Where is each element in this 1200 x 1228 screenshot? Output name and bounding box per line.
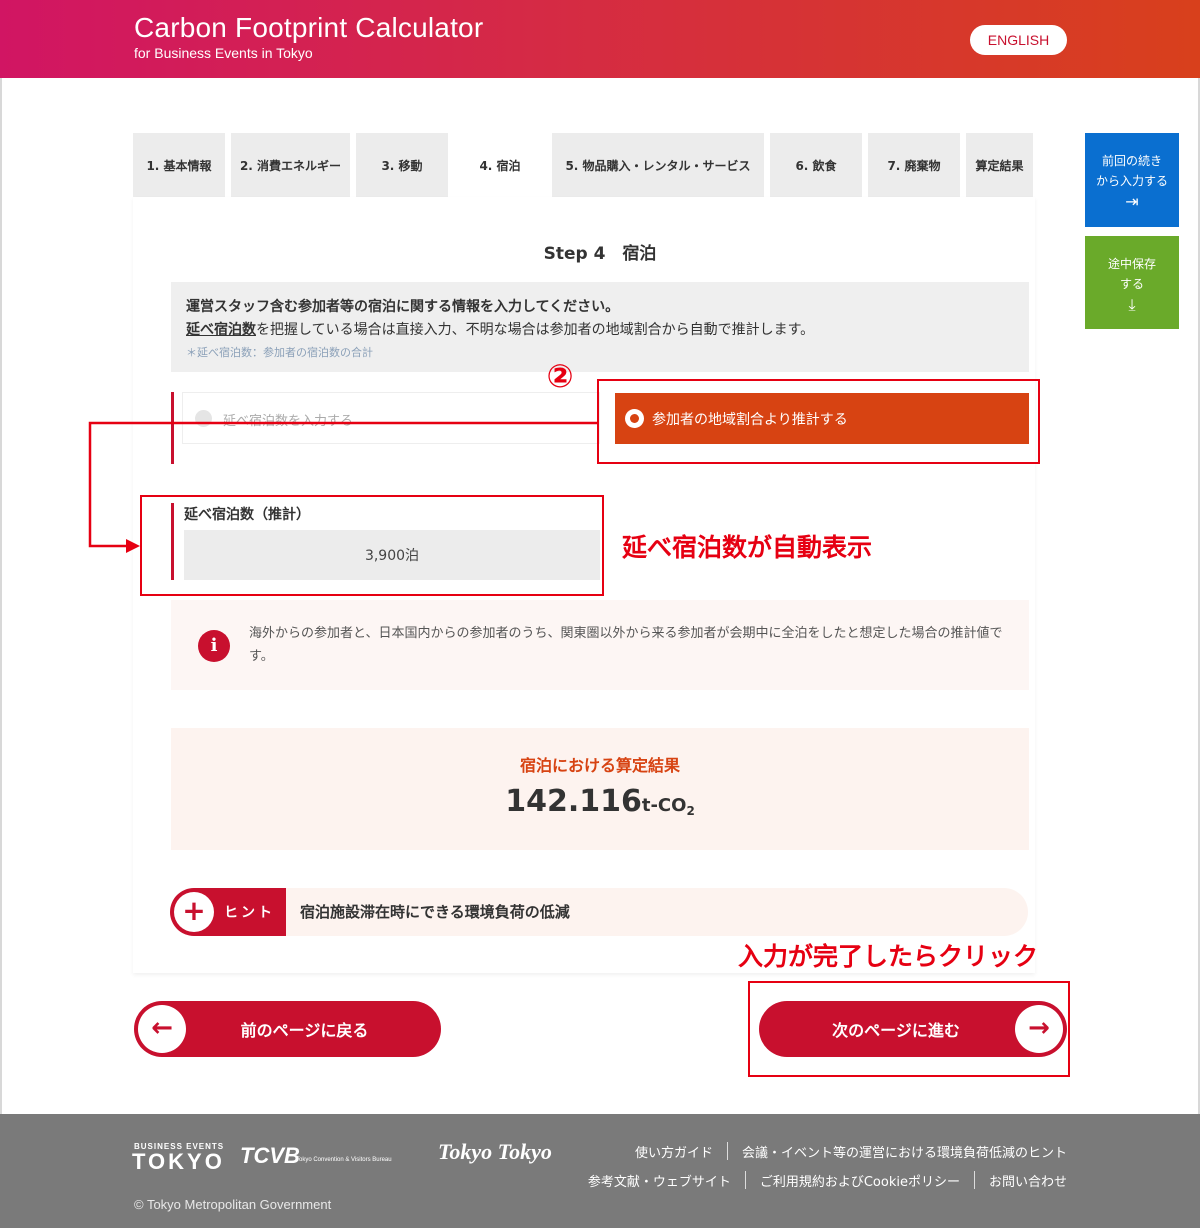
arrow-left-icon: ← [138, 1005, 186, 1053]
download-icon: ⤓ [1128, 295, 1136, 314]
hint-accordion[interactable] [170, 888, 1028, 936]
result-unit: t-CO [641, 795, 687, 816]
footer-links-row1: 使い方ガイド 会議・イベント等の運営における環境負荷低減のヒント [621, 1142, 1067, 1161]
hint-label: ヒント [224, 905, 275, 921]
save-line2: する [1119, 277, 1144, 291]
footer-link-terms[interactable]: ご利用規約およびCookieポリシー [746, 1171, 974, 1190]
notice-text: 海外からの参加者と、日本国内からの参加者のうち、関東圏以外から来る参加者が会期中… [249, 626, 1003, 664]
result-value-row: 142.116t-CO2 [171, 784, 1029, 819]
login-icon: ⇥ [1125, 192, 1139, 211]
result-title: 宿泊における算定結果 [519, 756, 680, 775]
footer-link-references[interactable]: 参考文献・ウェブサイト [574, 1171, 745, 1190]
annotation-box-nights [140, 495, 604, 596]
logo-tokyo-tokyo[interactable]: Tokyo Tokyo [438, 1139, 552, 1165]
prev-page-label: 前のページに戻る [240, 1021, 369, 1040]
annotation-box-next [748, 981, 1070, 1077]
save-progress-button[interactable]: 途中保存 する ⤓ [1085, 236, 1179, 329]
logo-business-events-tokyo[interactable]: TOKYO [132, 1149, 225, 1175]
footer-link-guide[interactable]: 使い方ガイド [621, 1142, 727, 1161]
annotation-click-note: 入力が完了したらクリック [738, 942, 1039, 971]
plus-icon[interactable]: + [174, 892, 214, 932]
logo-tcvb[interactable]: TCVB [240, 1143, 300, 1169]
info-icon: i [198, 630, 230, 662]
footer-link-hints[interactable]: 会議・イベント等の運営における環境負荷低減のヒント [728, 1142, 1067, 1161]
resume-line1: 前回の続き [1101, 154, 1162, 168]
result-box: 宿泊における算定結果 142.116t-CO2 [171, 728, 1029, 850]
save-line1: 途中保存 [1107, 257, 1156, 271]
hint-text[interactable]: 宿泊施設滞在時にできる環境負荷の低減 [300, 901, 570, 922]
resume-button[interactable]: 前回の続き から入力する ⇥ [1085, 133, 1179, 227]
footer-link-contact[interactable]: お問い合わせ [975, 1171, 1067, 1190]
estimate-notice: i 海外からの参加者と、日本国内からの参加者のうち、関東圏以外から来る参加者が会… [171, 600, 1029, 690]
result-unit-subscript: 2 [686, 804, 695, 819]
result-value: 142.116 [505, 784, 642, 819]
prev-page-button[interactable]: ← 前のページに戻る [134, 1001, 441, 1057]
annotation-auto-display: 延べ宿泊数が自動表示 [622, 533, 873, 562]
footer-links-row2: 参考文献・ウェブサイト ご利用規約およびCookieポリシー お問い合わせ [574, 1171, 1067, 1190]
logo-tcvb-subtitle: Tokyo Convention & Visitors Bureau [296, 1157, 392, 1163]
resume-line2: から入力する [1095, 174, 1168, 188]
copyright: © Tokyo Metropolitan Government [134, 1197, 332, 1212]
